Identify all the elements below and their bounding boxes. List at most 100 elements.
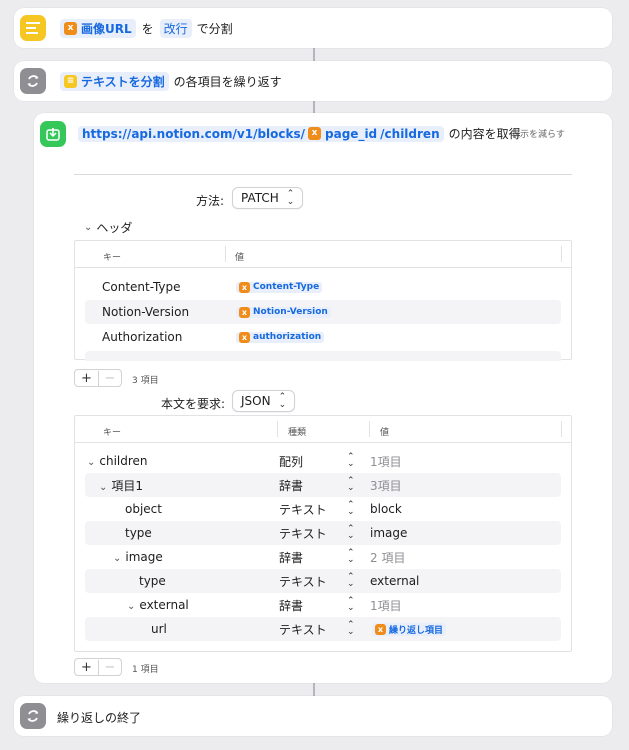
row-key[interactable]: Content-Type — [102, 280, 181, 294]
chevron-updown-icon[interactable]: ⌃ ⌄ — [347, 501, 355, 517]
variable-label: authorization — [253, 332, 322, 342]
row-type-label: テキスト — [279, 622, 327, 637]
chevron-down-icon[interactable]: ⌄ — [113, 553, 121, 564]
column-header-value: 値 — [235, 253, 245, 263]
variable-label: テキストを分割 — [81, 75, 165, 89]
notion-version-variable[interactable]: x Notion-Version — [236, 306, 331, 318]
row-key[interactable]: type — [139, 574, 166, 588]
chevron-updown-icon[interactable]: ⌃ ⌄ — [347, 549, 355, 565]
chevron-updown-icon[interactable]: ⌃ ⌄ — [347, 621, 355, 637]
table-header: キー 値 — [75, 241, 571, 268]
table-row[interactable]: url テキスト ⌃ ⌄ x 繰り返し項目 — [85, 617, 561, 641]
get-contents-of-url-action[interactable]: https://api.notion.com/v1/blocks/ x page_… — [34, 113, 612, 683]
row-key[interactable]: ⌄ children — [87, 454, 148, 468]
table-header: キー 種類 値 — [75, 416, 571, 443]
column-header-type: 種類 — [288, 428, 307, 438]
remove-button[interactable]: − — [98, 659, 121, 675]
row-value[interactable]: block — [370, 502, 402, 516]
row-key[interactable]: url — [151, 622, 167, 636]
table-row[interactable]: Content-Type x Content-Type — [85, 275, 561, 299]
chevron-updown-icon[interactable]: ⌃ ⌄ — [347, 573, 355, 589]
add-button[interactable]: + — [75, 371, 98, 386]
row-type-select[interactable]: 辞書 — [279, 549, 303, 566]
table-row[interactable]: ⌄ image 辞書 ⌃ ⌄ 2 項目 — [85, 545, 561, 569]
row-key[interactable]: Notion-Version — [102, 305, 189, 319]
row-type-label: 配列 — [279, 454, 304, 469]
row-value-label: image — [370, 526, 408, 540]
row-value[interactable]: 1項目 — [370, 453, 402, 470]
authorization-variable[interactable]: x authorization — [236, 331, 325, 343]
body-select[interactable]: JSON ⌃ ⌄ — [232, 390, 296, 412]
table-row[interactable]: type テキスト ⌃ ⌄ external — [85, 569, 561, 593]
row-value[interactable]: 1項目 — [370, 597, 402, 614]
body-table: キー 種類 値 ⌄ children 配列 ⌃ ⌄ 1項目 ⌄ 項目1 辞書 ⌃ ⌄ 3項目 objec… — [74, 415, 572, 652]
chevron-updown-icon[interactable]: ⌃ ⌄ — [347, 477, 355, 493]
table-row[interactable]: Notion-Version x Notion-Version — [85, 300, 561, 324]
url-token[interactable]: https://api.notion.com/v1/blocks/ x page_… — [78, 125, 444, 142]
table-row[interactable]: object テキスト ⌃ ⌄ block — [85, 497, 561, 521]
split-text-action[interactable]: x 画像URL を 改行 で分割 — [14, 8, 612, 48]
row-type-label: 辞書 — [279, 598, 304, 613]
row-key[interactable]: object — [125, 502, 162, 516]
row-key[interactable]: type — [125, 526, 152, 540]
table-row[interactable]: ⌄ children 配列 ⌃ ⌄ 1項目 — [85, 449, 561, 473]
action-text: の内容を取得 — [448, 127, 521, 141]
row-value-label: 繰り返し項目 — [389, 625, 444, 636]
image-url-variable-token[interactable]: x 画像URL — [60, 19, 136, 38]
body-value: JSON — [241, 394, 271, 408]
column-header-value: 値 — [380, 428, 390, 438]
row-key[interactable]: Authorization — [102, 330, 182, 344]
row-type-select[interactable]: 配列 — [279, 453, 303, 470]
row-key-label: external — [139, 598, 189, 612]
row-type-label: テキスト — [279, 526, 327, 541]
repeat-icon — [20, 703, 46, 729]
chevron-down-icon[interactable]: ⌄ — [127, 601, 135, 612]
add-button[interactable]: + — [75, 660, 98, 675]
remove-button[interactable]: − — [98, 370, 121, 386]
variable-icon: x — [239, 281, 250, 293]
flow-connector — [313, 100, 315, 113]
row-type-select[interactable]: テキスト — [279, 525, 327, 542]
variable-icon: x — [64, 22, 77, 35]
chevron-down-icon[interactable]: ⌄ — [99, 482, 107, 493]
table-row[interactable]: Authorization x authorization — [85, 325, 561, 349]
chevron-updown-icon[interactable]: ⌃ ⌄ — [347, 453, 355, 469]
chevron-updown-icon[interactable]: ⌃ ⌄ — [347, 597, 355, 613]
page-id-variable[interactable]: x page_id — [308, 127, 377, 141]
row-type-select[interactable]: 辞書 — [279, 597, 303, 614]
table-row[interactable]: ⌄ external 辞書 ⌃ ⌄ 1項目 — [85, 593, 561, 617]
headers-disclosure[interactable]: ⌄ ヘッダ — [84, 219, 132, 236]
row-value[interactable]: x 繰り返し項目 — [372, 622, 447, 636]
chevron-updown-icon[interactable]: ⌃ ⌄ — [347, 525, 355, 541]
url-part: https://api.notion.com/v1/blocks/ — [82, 126, 306, 141]
end-repeat-label: 繰り返しの終了 — [57, 711, 142, 725]
row-key[interactable]: ⌄ image — [113, 550, 163, 564]
row-type-select[interactable]: テキスト — [279, 501, 327, 518]
flow-connector — [313, 48, 315, 61]
content-type-variable[interactable]: x Content-Type — [236, 281, 323, 293]
repeat-each-action[interactable]: ≡ テキストを分割 の各項目を繰り返す — [14, 61, 612, 101]
end-repeat-action[interactable]: 繰り返しの終了 — [14, 696, 612, 736]
row-value[interactable]: external — [370, 574, 419, 588]
headers-add-remove: + − — [74, 369, 122, 387]
method-label: 方法: — [196, 194, 225, 208]
row-value[interactable]: 3項目 — [370, 477, 402, 494]
row-key[interactable]: ⌄ 項目1 — [99, 477, 143, 494]
show-less-button[interactable]: 表示を減らす — [511, 127, 565, 140]
row-key[interactable]: ⌄ external — [127, 598, 189, 612]
separator-token[interactable]: 改行 — [159, 19, 192, 38]
split-text-variable-token[interactable]: ≡ テキストを分割 — [60, 72, 169, 91]
table-row[interactable]: type テキスト ⌃ ⌄ image — [85, 521, 561, 545]
row-key-label: url — [151, 622, 167, 636]
row-type-select[interactable]: 辞書 — [279, 477, 303, 494]
row-value[interactable]: image — [370, 526, 407, 540]
chevron-down-icon[interactable]: ⌄ — [87, 457, 95, 468]
variable-label: Notion-Version — [253, 307, 328, 317]
url-part: /children — [380, 126, 440, 141]
table-row[interactable]: ⌄ 項目1 辞書 ⌃ ⌄ 3項目 — [85, 473, 561, 497]
row-value[interactable]: 2 項目 — [370, 549, 405, 566]
row-type-select[interactable]: テキスト — [279, 573, 327, 590]
row-type-select[interactable]: テキスト — [279, 621, 327, 638]
row-value-label: 3項目 — [370, 478, 402, 493]
method-select[interactable]: PATCH ⌃ ⌄ — [232, 187, 304, 209]
